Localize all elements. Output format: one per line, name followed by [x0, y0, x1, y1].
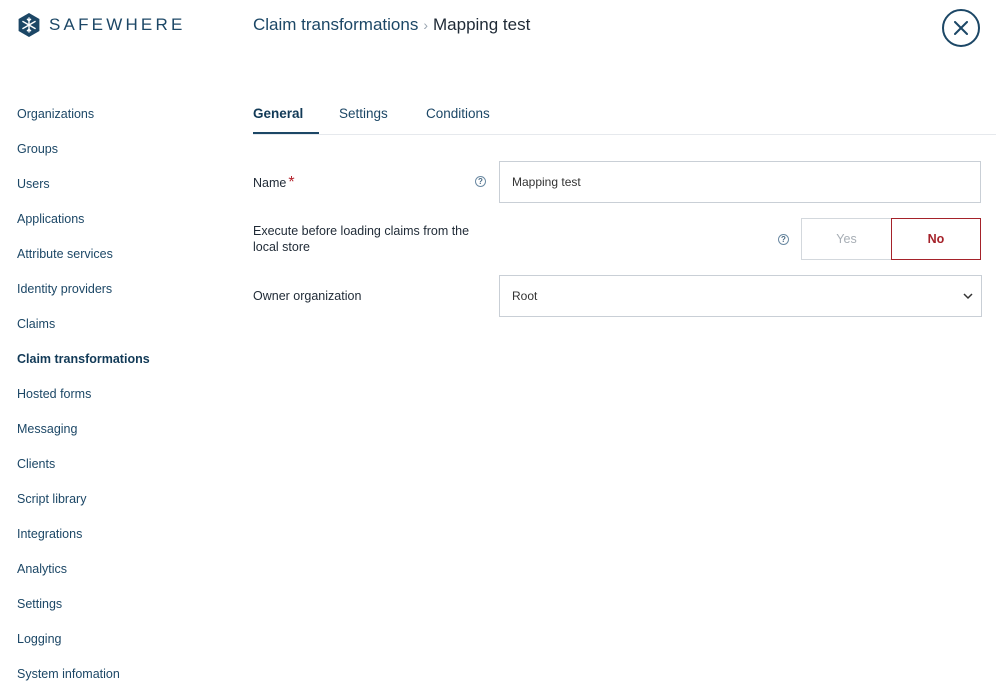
- sidebar-item-claims[interactable]: Claims: [17, 307, 150, 342]
- brand-logo[interactable]: SAFEWHERE: [17, 13, 185, 37]
- sidebar-item-identity-providers[interactable]: Identity providers: [17, 272, 150, 307]
- tab-settings[interactable]: Settings: [339, 96, 388, 134]
- sidebar-item-script-library[interactable]: Script library: [17, 482, 150, 517]
- sidebar-item-clients[interactable]: Clients: [17, 447, 150, 482]
- snowflake-icon: [18, 13, 40, 37]
- sidebar-item-messaging[interactable]: Messaging: [17, 412, 150, 447]
- toggle-no-button[interactable]: No: [891, 218, 981, 260]
- name-input[interactable]: [499, 161, 981, 203]
- page-title: Mapping test: [433, 15, 531, 34]
- brand-name: SAFEWHERE: [49, 15, 186, 34]
- sidebar-item-applications[interactable]: Applications: [17, 202, 150, 237]
- sidebar-item-groups[interactable]: Groups: [17, 132, 150, 167]
- name-label: Name: [253, 176, 287, 190]
- sidebar-item-logging[interactable]: Logging: [17, 622, 150, 657]
- chevron-down-icon: [963, 293, 973, 300]
- sidebar-item-system-information[interactable]: System infomation: [17, 657, 150, 692]
- breadcrumb: Claim transformations › Mapping test: [253, 15, 530, 35]
- sidebar-item-integrations[interactable]: Integrations: [17, 517, 150, 552]
- breadcrumb-separator: ›: [423, 17, 428, 33]
- name-field-row: Name *: [253, 174, 295, 192]
- required-marker: *: [288, 174, 295, 191]
- sidebar-item-hosted-forms[interactable]: Hosted forms: [17, 377, 150, 412]
- owner-organization-select[interactable]: Root: [499, 275, 982, 317]
- help-icon[interactable]: ?: [475, 176, 486, 187]
- owner-organization-label: Owner organization: [253, 289, 362, 303]
- tab-general[interactable]: General: [253, 96, 319, 134]
- execute-before-label: Execute before loading claims from the l…: [253, 224, 470, 254]
- execute-before-toggle: Yes No: [801, 218, 981, 260]
- breadcrumb-parent-link[interactable]: Claim transformations: [253, 15, 418, 35]
- tab-conditions[interactable]: Conditions: [426, 96, 490, 134]
- sidebar-item-attribute-services[interactable]: Attribute services: [17, 237, 150, 272]
- sidebar-item-organizations[interactable]: Organizations: [17, 97, 150, 132]
- close-button[interactable]: [942, 9, 980, 47]
- sidebar-nav: Organizations Groups Users Applications …: [17, 97, 150, 692]
- sidebar-item-settings[interactable]: Settings: [17, 587, 150, 622]
- tab-bar: General Settings Conditions: [253, 96, 996, 135]
- toggle-yes-button[interactable]: Yes: [801, 218, 891, 260]
- owner-organization-value: Root: [512, 289, 538, 303]
- sidebar-item-users[interactable]: Users: [17, 167, 150, 202]
- sidebar-item-analytics[interactable]: Analytics: [17, 552, 150, 587]
- help-icon[interactable]: ?: [778, 234, 789, 245]
- close-icon: [954, 21, 968, 35]
- sidebar-item-claim-transformations[interactable]: Claim transformations: [17, 342, 150, 377]
